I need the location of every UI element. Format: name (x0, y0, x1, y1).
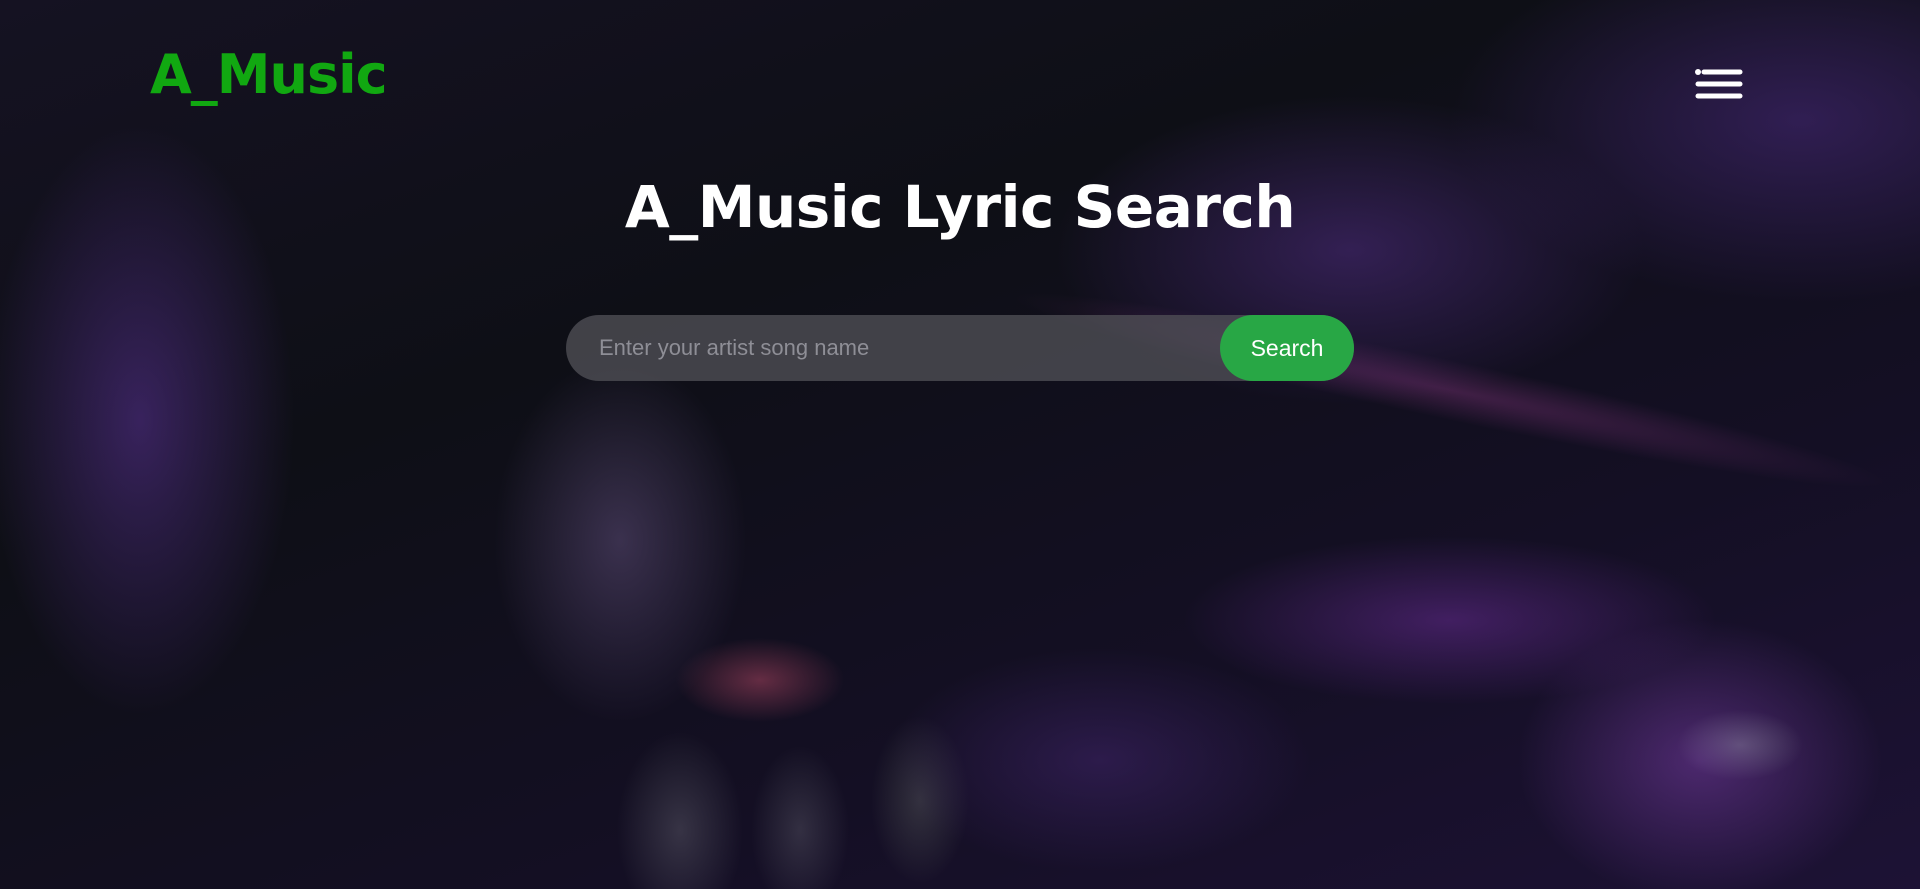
header: A_Music (0, 0, 1920, 170)
search-form: Search (566, 315, 1354, 381)
menu-button[interactable] (1694, 64, 1744, 104)
logo[interactable]: A_Music (150, 48, 388, 102)
page: A_Music A_Music Lyric Search Search (0, 0, 1920, 889)
page-title: A_Music Lyric Search (624, 173, 1296, 241)
search-button[interactable]: Search (1220, 315, 1354, 381)
hamburger-menu-icon (1695, 69, 1743, 99)
